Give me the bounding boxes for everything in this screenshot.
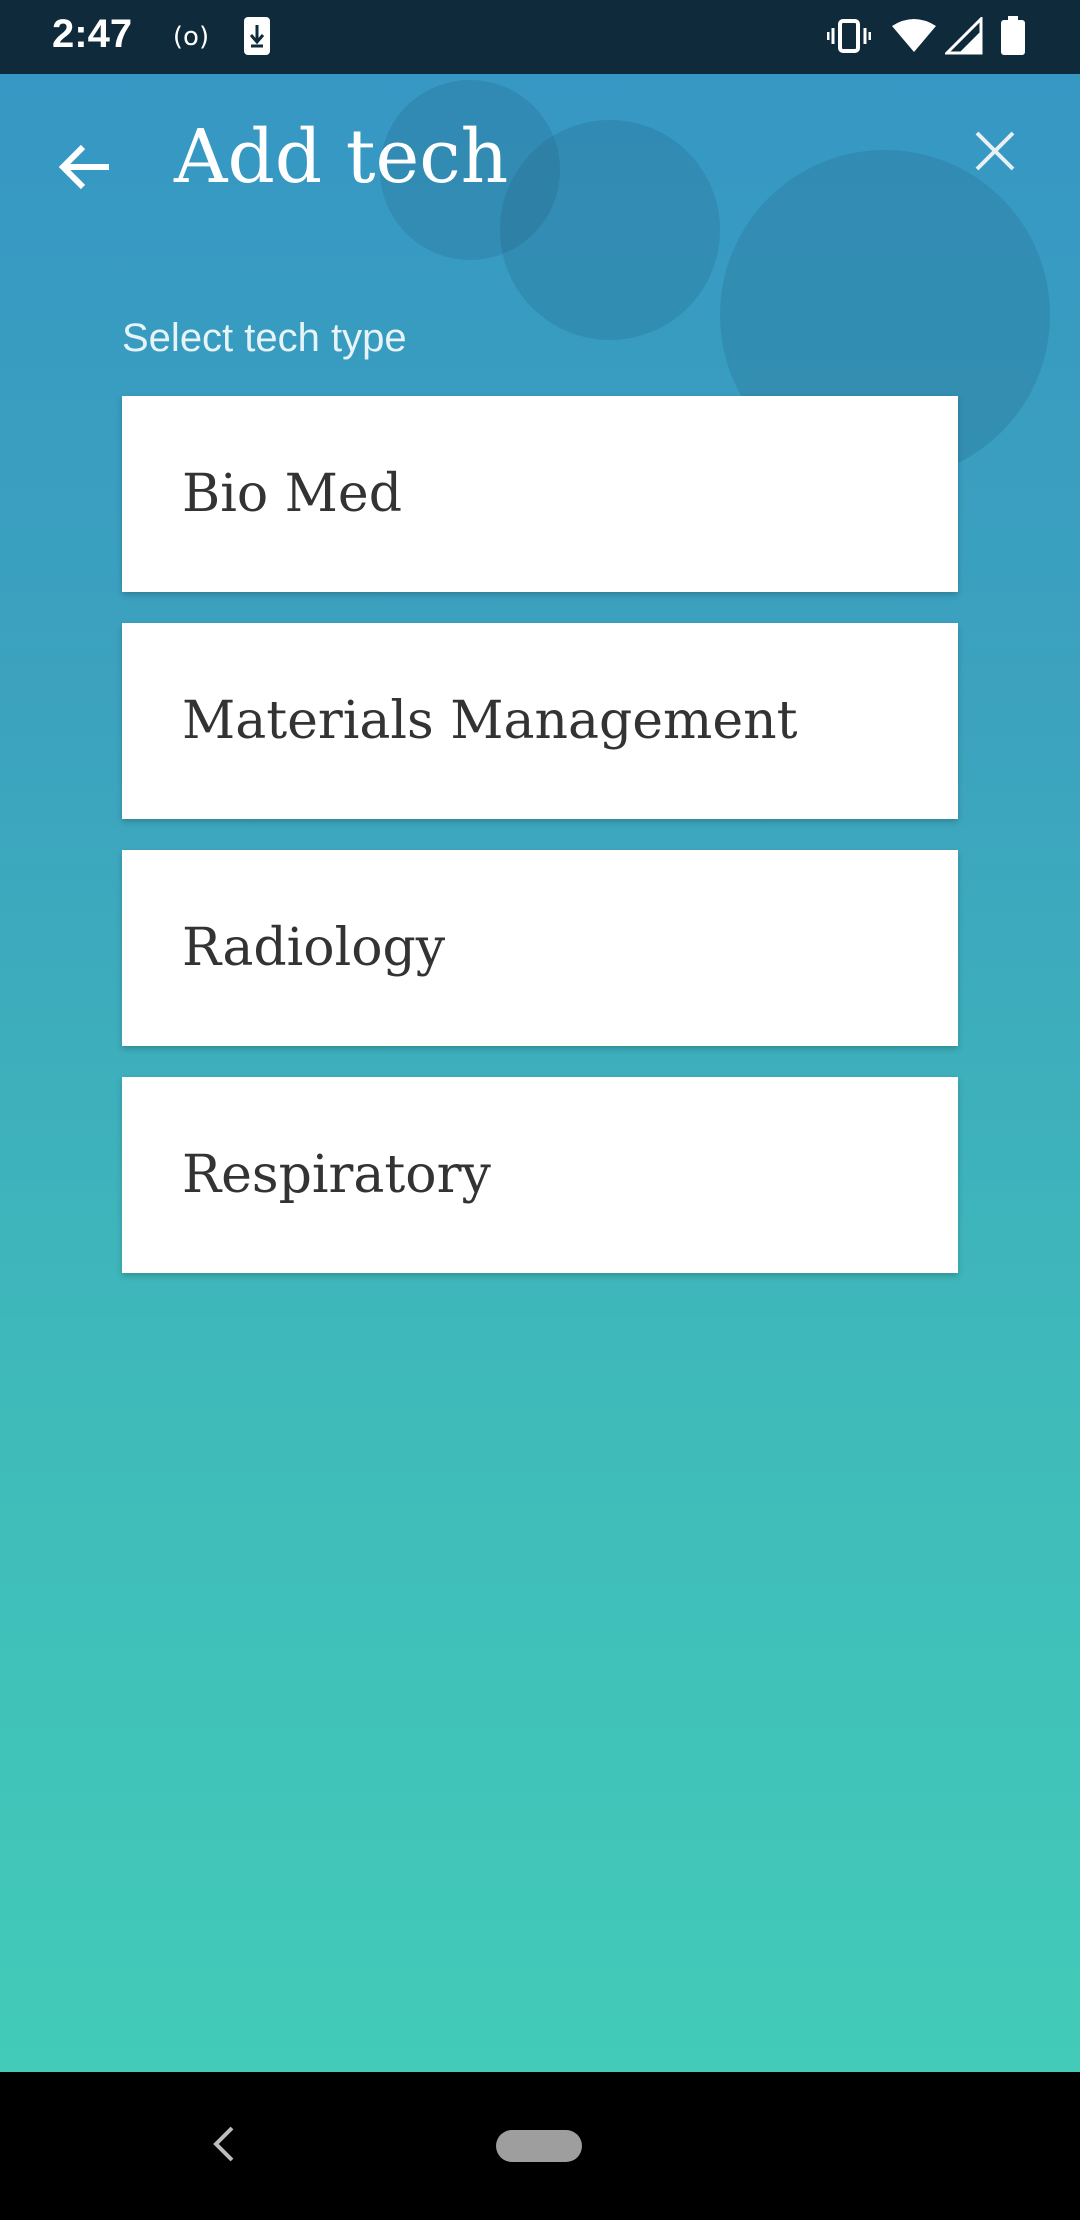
status-time: 2:47: [52, 12, 133, 56]
option-label: Radiology: [182, 918, 446, 978]
option-label: Materials Management: [182, 691, 798, 751]
option-radiology[interactable]: Radiology: [122, 850, 958, 1046]
option-respiratory[interactable]: Respiratory: [122, 1077, 958, 1273]
home-pill-button[interactable]: [496, 2130, 582, 2162]
vibrate-icon: [826, 14, 872, 58]
download-icon: [240, 14, 274, 58]
nav-back-icon: [210, 2124, 238, 2169]
hotspot-icon: (o): [168, 14, 214, 58]
app-bar: Add tech: [0, 74, 1080, 244]
screen-background: 2:47 (o) Add tech Select tech type Bio M…: [0, 0, 1080, 2072]
page-title: Add tech: [174, 114, 509, 200]
signal-icon: [944, 14, 984, 58]
status-bar: 2:47 (o): [0, 0, 1080, 74]
option-materials-management[interactable]: Materials Management: [122, 623, 958, 819]
option-label: Respiratory: [182, 1145, 491, 1205]
section-label: Select tech type: [122, 316, 407, 360]
close-button[interactable]: [960, 118, 1030, 188]
battery-icon: [998, 14, 1028, 58]
close-icon: [973, 129, 1017, 178]
arrow-back-icon: [57, 142, 113, 197]
option-label: Bio Med: [182, 464, 402, 524]
svg-text:(o): (o): [173, 22, 209, 51]
option-bio-med[interactable]: Bio Med: [122, 396, 958, 592]
navigation-bar: [0, 2072, 1080, 2220]
tech-type-list: Bio Med Materials Management Radiology R…: [122, 396, 958, 1304]
wifi-icon: [890, 14, 938, 58]
back-button[interactable]: [40, 124, 130, 214]
nav-back-button[interactable]: [196, 2116, 252, 2176]
